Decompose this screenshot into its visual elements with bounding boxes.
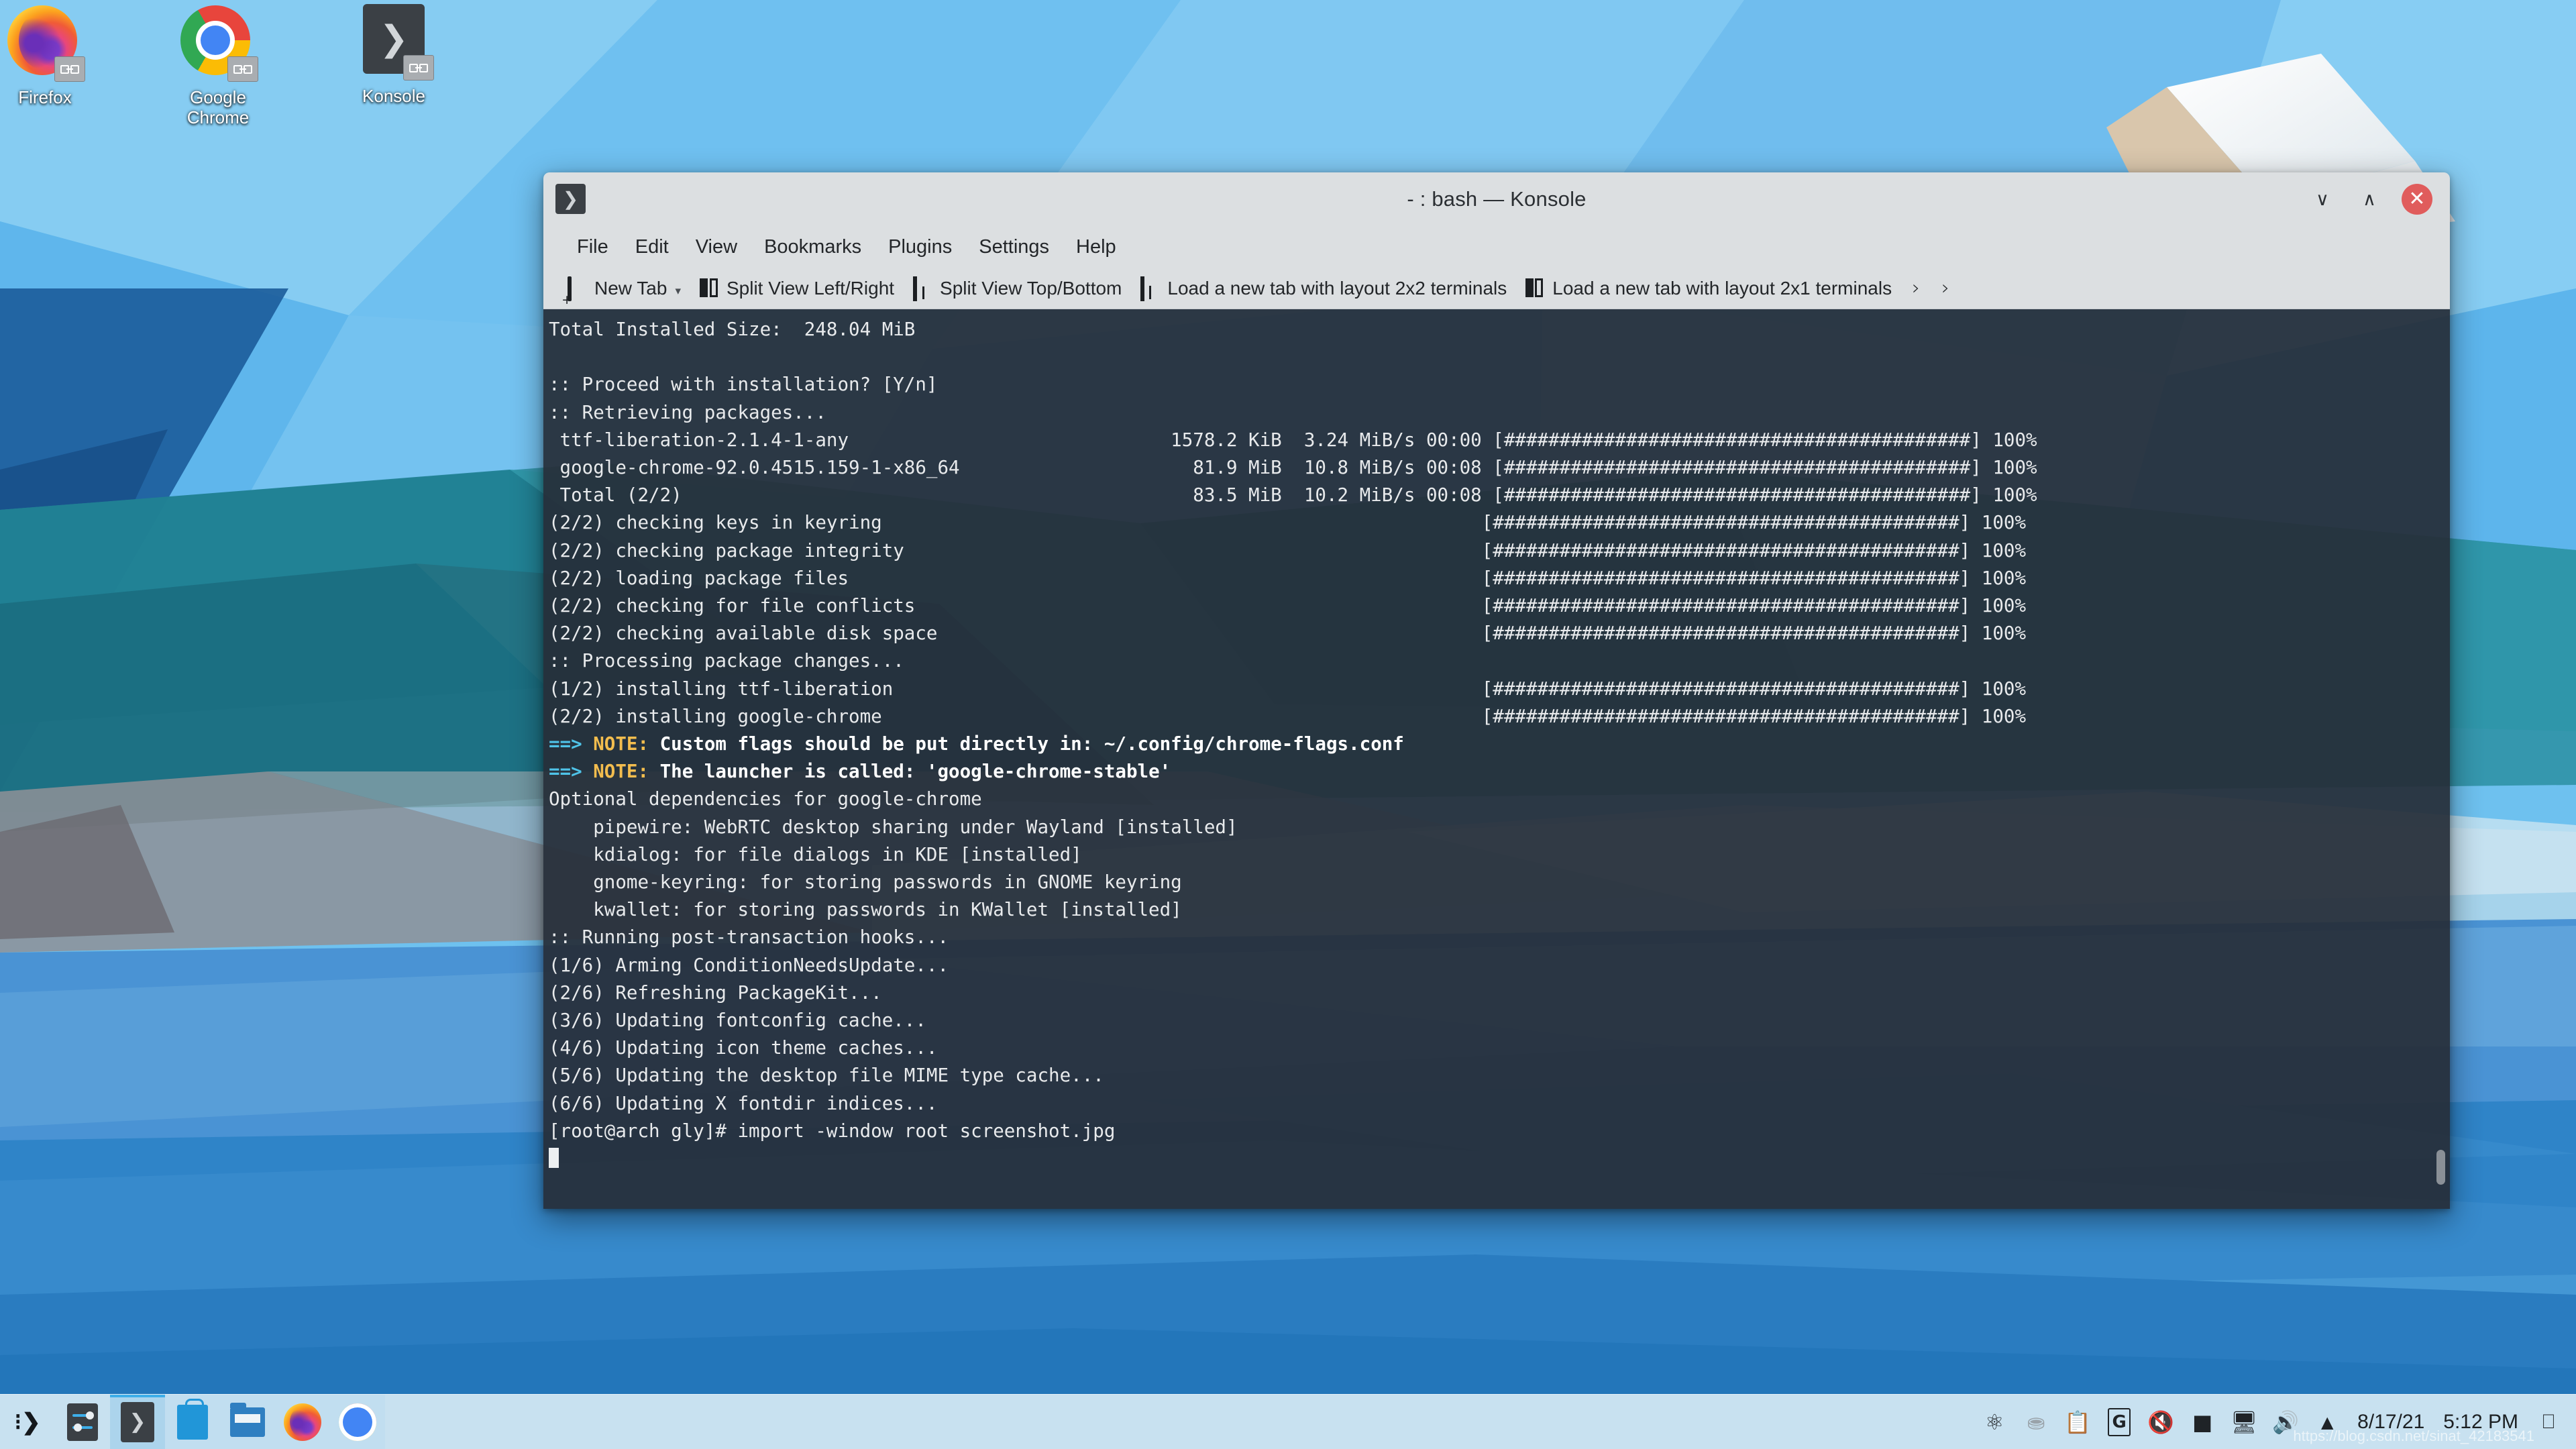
toolbar-button-label: Load a new tab with layout 2x2 terminals [1167,277,1507,299]
dolphin-file-manager-icon [230,1402,265,1437]
network-icon[interactable]: 🖥 [2223,1395,2265,1449]
desktop-icon-label: Firefox [18,87,72,107]
toolbar-new-tab-button[interactable]: New Tab ▾ [558,275,690,302]
toolbar-button-label: Split View Top/Bottom [940,277,1122,299]
menu-file[interactable]: File [564,232,622,262]
layout-2x2-icon [1140,276,1161,301]
toolbar-overflow-chevron-icon[interactable]: › [1901,276,1931,300]
symlink-badge-icon [227,56,258,82]
discover-software-icon [177,1398,208,1440]
menu-bookmarks[interactable]: Bookmarks [751,232,875,262]
menu-help[interactable]: Help [1063,232,1130,262]
menu-bar: File Edit View Bookmarks Plugins Setting… [543,226,2450,268]
menu-settings[interactable]: Settings [965,232,1063,262]
terminal-output-area[interactable]: Total Installed Size: 248.04 MiB :: Proc… [543,309,2450,1209]
clipboard-icon[interactable]: 📋 [2057,1395,2098,1449]
symlink-badge-icon [54,56,85,82]
maximize-button[interactable]: ∧ [2355,184,2384,214]
window-title: - : bash — Konsole [1407,187,1587,211]
konsole-icon: ❯ [121,1401,154,1442]
new-tab-icon [568,276,588,301]
chevron-down-icon[interactable]: ▾ [675,284,681,298]
taskbar-konsole[interactable]: ❯ [110,1394,165,1449]
taskbar-launchers: ⁝❯ ❯ [0,1394,385,1449]
user-account-icon[interactable]: ⛂ [2015,1395,2057,1449]
google-chrome-icon [339,1403,376,1441]
taskbar: ⁝❯ ❯ ⚛ ⛂ 📋 G 🔇 ■ 🖥 🔊 ▲ 8/17/21 5:12 PM ⎕… [0,1394,2576,1449]
google-chrome-icon [180,5,258,82]
display-icon[interactable]: ■ [2182,1395,2223,1449]
taskbar-dolphin[interactable] [220,1394,275,1449]
menu-view[interactable]: View [682,232,751,262]
window-controls: ∨ ∧ ✕ [2308,172,2438,226]
desktop-icon-firefox[interactable]: Firefox [0,5,109,107]
split-top-bottom-icon [913,276,933,301]
menu-plugins[interactable]: Plugins [875,232,965,262]
system-settings-icon [67,1403,98,1441]
layout-2x1-icon [1525,278,1546,299]
desktop-icon-label: Google Chrome [186,87,250,128]
toolbar-layout-2x1-button[interactable]: Load a new tab with layout 2x1 terminals [1516,275,1901,302]
terminal-text: Total Installed Size: 248.04 MiB :: Proc… [549,316,2450,1173]
konsole-window: ❯ - : bash — Konsole ∨ ∧ ✕ File Edit Vie… [543,172,2450,1209]
tool-bar: New Tab ▾ Split View Left/Right Split Vi… [543,268,2450,309]
toolbar-button-label: Split View Left/Right [726,277,895,299]
toolbar-button-label: Load a new tab with layout 2x1 terminals [1552,277,1892,299]
microphone-muted-icon[interactable]: 🔇 [2140,1395,2182,1449]
terminal-cursor [549,1148,559,1169]
scrollbar-thumb[interactable] [2436,1150,2445,1185]
close-button[interactable]: ✕ [2402,184,2432,215]
desktop: Firefox Google Chrome ❯ Konsole ❯ - : ba… [0,0,2576,1449]
konsole-icon: ❯ [356,4,434,80]
kde-application-menu-icon: ⁝❯ [14,1409,41,1435]
kde-connect-icon[interactable]: ⚛ [1974,1395,2015,1449]
toolbar-extension-chevron-icon[interactable]: › [1931,276,1960,300]
firefox-icon [7,5,85,82]
window-chrome: ❯ - : bash — Konsole ∨ ∧ ✕ File Edit Vie… [543,172,2450,309]
terminal-scrollbar[interactable] [2436,309,2447,1209]
menu-edit[interactable]: Edit [622,232,682,262]
symlink-badge-icon [403,55,434,80]
taskbar-discover[interactable] [165,1394,220,1449]
desktop-icon-label: Konsole [362,86,425,106]
desktop-icon-konsole[interactable]: ❯ Konsole [330,4,458,106]
taskbar-system-settings[interactable] [55,1395,110,1449]
title-bar[interactable]: ❯ - : bash — Konsole ∨ ∧ ✕ [543,172,2450,226]
taskbar-google-chrome[interactable] [330,1394,385,1449]
taskbar-firefox[interactable] [275,1394,330,1449]
toolbar-layout-2x2-button[interactable]: Load a new tab with layout 2x2 terminals [1131,275,1516,302]
toolbar-split-top-bottom-button[interactable]: Split View Top/Bottom [904,275,1131,302]
toolbar-button-label: New Tab [594,277,667,299]
window-app-icon: ❯ [555,184,586,214]
taskbar-application-menu[interactable]: ⁝❯ [0,1395,55,1449]
split-left-right-icon [699,278,720,299]
desktop-icon-google-chrome[interactable]: Google Chrome [154,5,282,127]
watermark: https://blog.csdn.net/sinat_42183541 [2293,1428,2534,1444]
toolbar-split-left-right-button[interactable]: Split View Left/Right [690,275,904,302]
firefox-icon [284,1403,321,1441]
grammarly-icon[interactable]: G [2108,1407,2131,1436]
minimize-button[interactable]: ∨ [2308,184,2337,214]
